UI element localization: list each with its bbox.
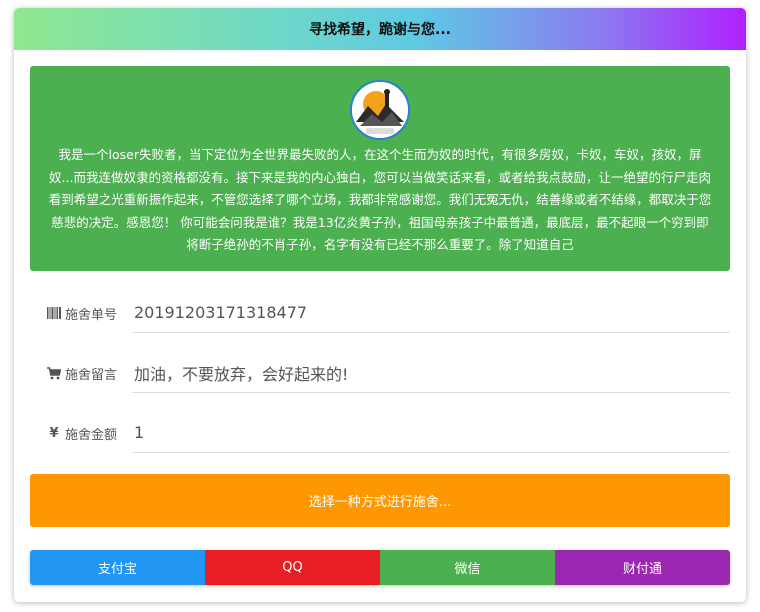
order-number-label: 施舍单号 [46,304,132,323]
message-label-text: 施舍留言 [65,367,118,383]
intro-panel: 我是一个loser失败者，当下定位为全世界最失败的人，在这个生而为奴的时代，有很… [30,66,730,271]
choose-payment-button[interactable]: 选择一种方式进行施舍... [30,474,730,527]
qq-pay-button[interactable]: QQ [205,550,380,585]
avatar [350,80,410,140]
wechat-pay-button[interactable]: 微信 [380,550,555,585]
page-title-text: 寻找希望，跪谢与您... [309,22,451,38]
yen-icon: ¥ [49,425,59,441]
tenpay-button[interactable]: 财付通 [555,550,730,585]
amount-label-text: 施舍金额 [65,427,118,443]
page-title: 寻找希望，跪谢与您... [14,8,746,50]
message-field: 施舍留言 [46,353,730,393]
amount-field: ¥ 施舍金额 [46,413,730,453]
message-label: 施舍留言 [46,364,132,383]
order-number-field: 施舍单号 [46,293,730,333]
order-number-label-text: 施舍单号 [65,307,118,323]
barcode-icon [46,306,62,320]
amount-label: ¥ 施舍金额 [46,424,132,443]
alipay-button[interactable]: 支付宝 [30,550,205,585]
order-number-input[interactable] [132,293,730,333]
donation-card: 寻找希望，跪谢与您... 我是一个loser失败者，当下定位为全世界最失败的人，… [14,8,746,602]
cart-icon [46,366,62,380]
avatar-image-icon [352,82,408,138]
amount-input[interactable] [132,413,730,453]
message-input[interactable] [132,353,730,393]
payment-method-bar: 支付宝 QQ 微信 财付通 [30,550,730,585]
intro-text: 我是一个loser失败者，当下定位为全世界最失败的人，在这个生而为奴的时代，有很… [48,147,712,252]
